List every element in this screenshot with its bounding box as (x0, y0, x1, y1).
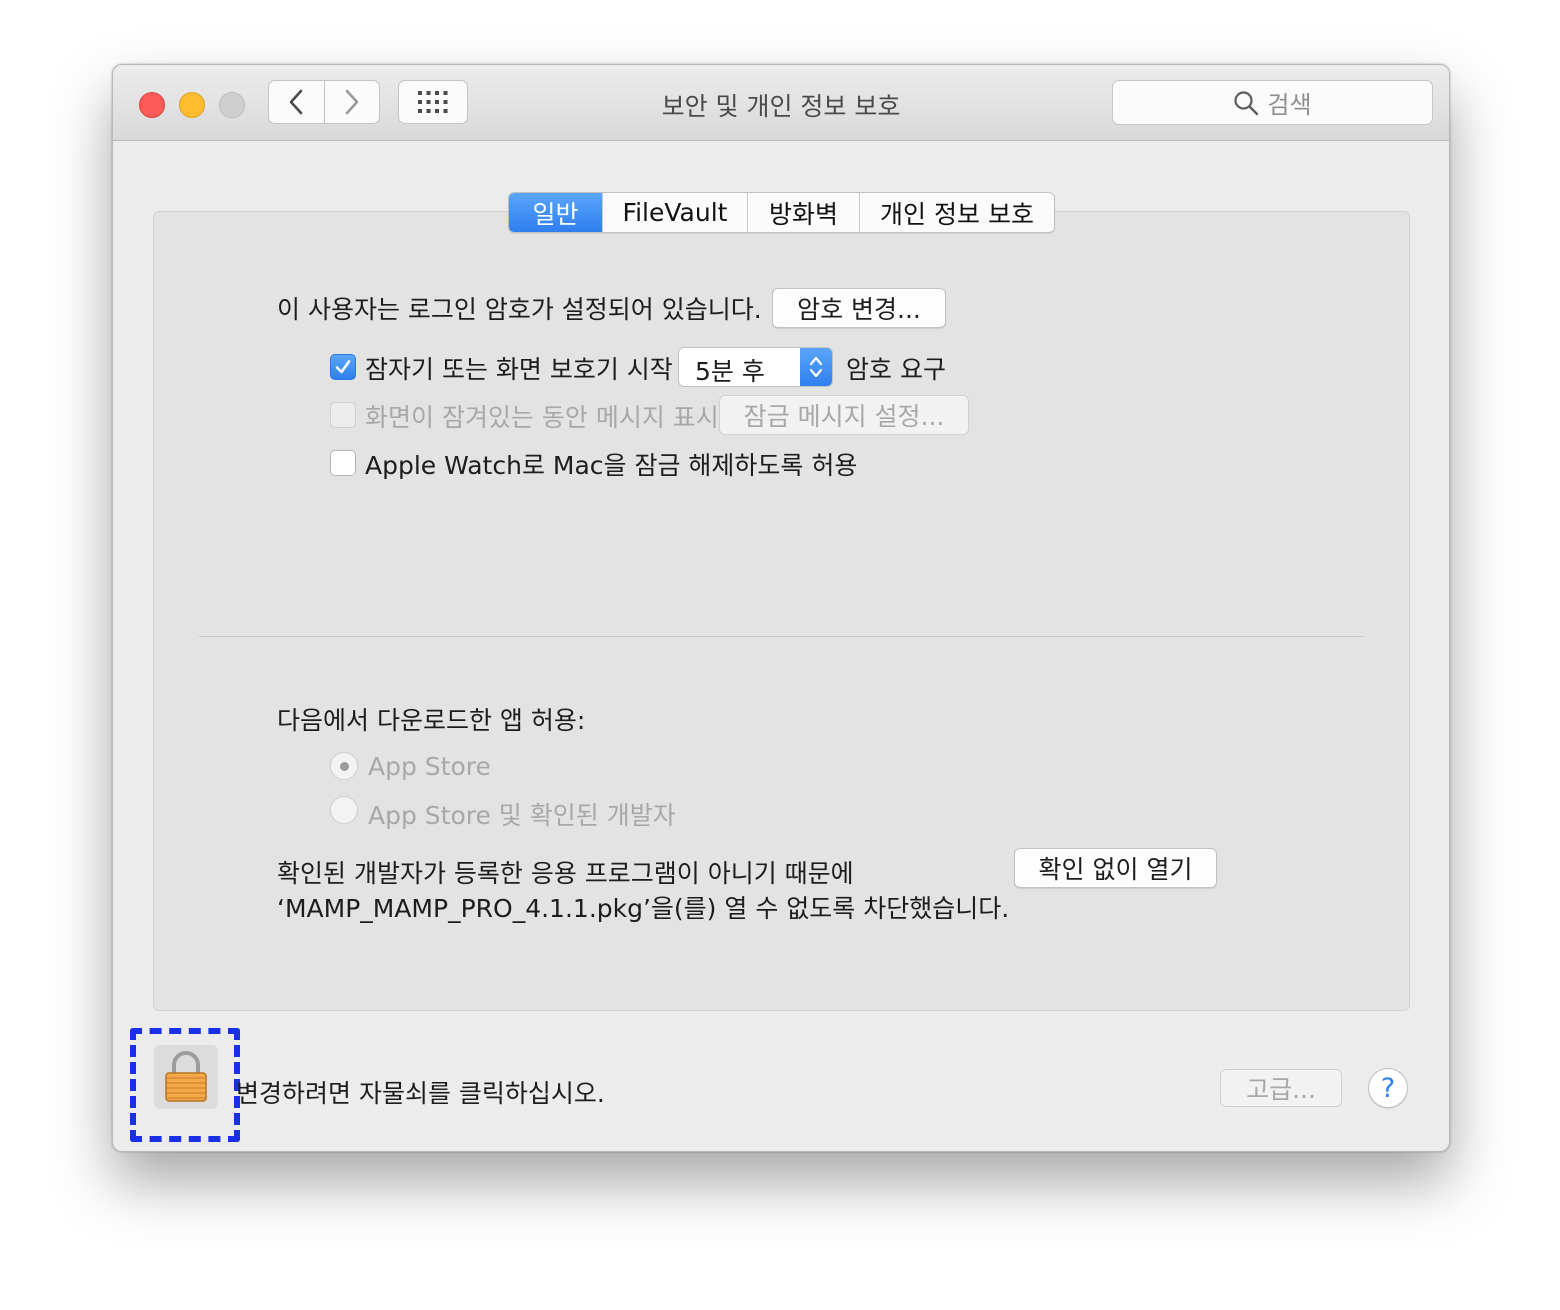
open-anyway-button[interactable]: 확인 없이 열기 (1014, 848, 1217, 888)
help-icon: ? (1380, 1072, 1396, 1104)
tab-general[interactable]: 일반 (509, 193, 602, 232)
apple-watch-checkbox[interactable] (330, 450, 356, 476)
chevron-right-icon (345, 89, 359, 115)
show-message-label: 화면이 잠겨있는 동안 메시지 표시 (365, 403, 719, 432)
radio-app-store-label: App Store (368, 752, 491, 781)
set-lock-message-button[interactable]: 잠금 메시지 설정... (719, 395, 969, 435)
radio-app-store[interactable] (330, 752, 358, 780)
tab-content-panel: 이 사용자는 로그인 암호가 설정되어 있습니다. 암호 변경... 잠자기 또… (153, 211, 1410, 1011)
show-all-button[interactable] (398, 80, 468, 124)
require-password-checkbox[interactable] (330, 354, 356, 380)
lock-instruction-text: 변경하려면 자물쇠를 클릭하십시오. (236, 1079, 605, 1108)
radio-identified-developers[interactable] (330, 796, 358, 824)
minimize-button[interactable] (179, 92, 205, 118)
search-input[interactable]: 검색 (1112, 80, 1433, 125)
forward-button[interactable] (324, 81, 379, 123)
login-password-text: 이 사용자는 로그인 암호가 설정되어 있습니다. (277, 295, 762, 324)
require-password-suffix: 암호 요구 (846, 355, 946, 384)
back-button[interactable] (269, 81, 324, 123)
section-divider (199, 636, 1363, 637)
window-title: 보안 및 개인 정보 보호 (661, 92, 901, 121)
help-button[interactable]: ? (1368, 1068, 1408, 1108)
radio-identified-developers-label: App Store 및 확인된 개발자 (368, 801, 676, 830)
password-delay-popup[interactable]: 5분 후 (678, 347, 833, 387)
grid-icon (418, 91, 448, 113)
radio-selected-dot (340, 762, 349, 771)
title-bar: 보안 및 개인 정보 보호 검색 (113, 65, 1449, 141)
tab-privacy[interactable]: 개인 정보 보호 (859, 193, 1054, 232)
zoom-button[interactable] (219, 92, 245, 118)
search-icon (1234, 90, 1259, 115)
search-placeholder: 검색 (1267, 91, 1312, 119)
chevron-left-icon (289, 89, 303, 115)
popup-stepper (800, 348, 832, 386)
preferences-window: 보안 및 개인 정보 보호 검색 이 사용자는 로그인 암호가 설정되어 있습니… (112, 64, 1450, 1152)
blocked-message-line1: 확인된 개발자가 등록한 응용 프로그램이 아니기 때문에 (277, 859, 854, 888)
tab-bar: 일반 FileVault 방화벽 개인 정보 보호 (508, 192, 1055, 233)
blocked-message-line2: ‘MAMP_MAMP_PRO_4.1.1.pkg’을(를) 열 수 없도록 차단… (277, 894, 1010, 923)
close-button[interactable] (139, 92, 165, 118)
checkmark-icon (335, 360, 351, 374)
password-delay-value: 5분 후 (695, 357, 765, 386)
tab-firewall[interactable]: 방화벽 (747, 193, 859, 232)
navigation-buttons (268, 80, 380, 124)
up-down-chevron-icon (809, 356, 823, 378)
show-message-checkbox[interactable] (330, 402, 356, 428)
tab-filevault[interactable]: FileVault (602, 193, 747, 232)
apple-watch-label: Apple Watch로 Mac을 잠금 해제하도록 허용 (365, 451, 858, 480)
downloads-heading: 다음에서 다운로드한 앱 허용: (277, 706, 586, 735)
change-password-button[interactable]: 암호 변경... (772, 288, 946, 328)
require-password-label: 잠자기 또는 화면 보호기 시작 (365, 355, 673, 384)
lock-highlight-annotation (130, 1028, 240, 1142)
advanced-button[interactable]: 고급... (1220, 1069, 1342, 1107)
